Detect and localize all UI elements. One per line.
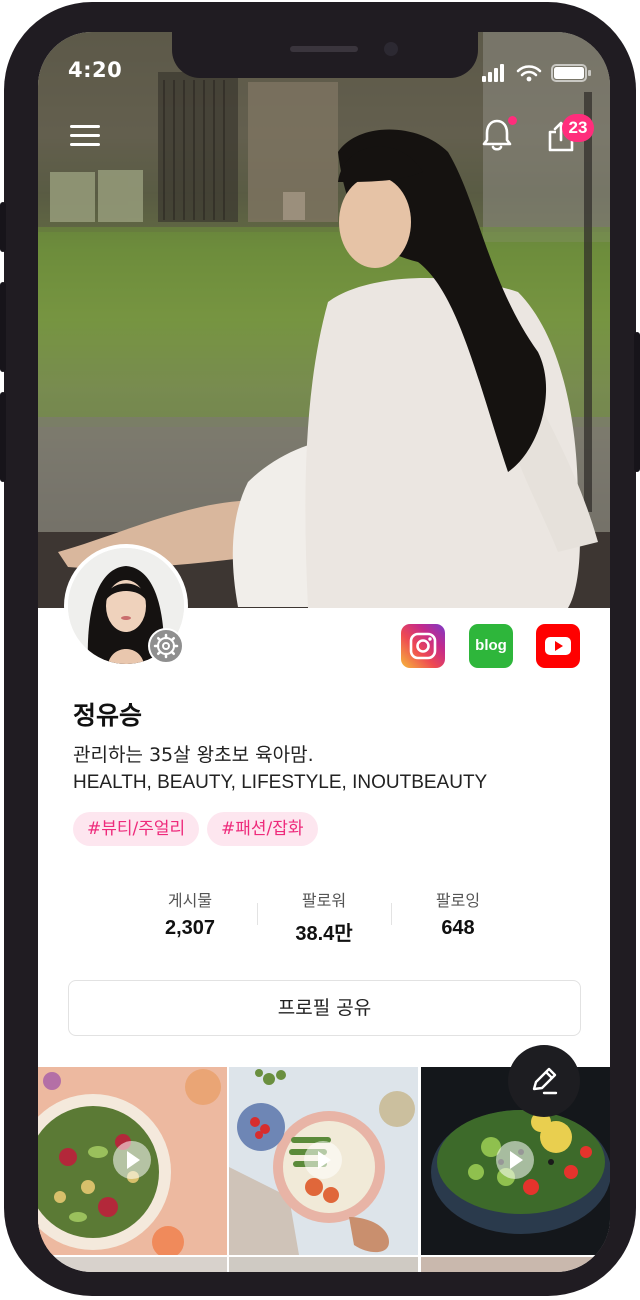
profile-stats: 게시물 2,307 팔로워 38.4만 팔로잉 648 [124, 887, 524, 946]
share-count-badge: 23 [562, 114, 594, 142]
profile-bio-line1: 관리하는 35살 왕초보 육아맘. [73, 744, 314, 766]
stat-posts-value: 2,307 [164, 917, 216, 939]
status-icons [482, 62, 592, 88]
post-thumbnail[interactable] [38, 1067, 227, 1255]
stat-following-label: 팔로잉 [435, 891, 481, 910]
pencil-edit-icon [532, 1067, 558, 1095]
video-play-icon [304, 1141, 342, 1179]
volume-down-button [0, 392, 6, 482]
write-post-button[interactable] [508, 1045, 580, 1117]
stat-followers-value: 38.4만 [295, 923, 353, 945]
cover-photo [38, 32, 610, 608]
stat-followers[interactable]: 팔로워 38.4만 [258, 887, 390, 946]
stat-following-value: 648 [441, 917, 475, 939]
instagram-icon[interactable] [401, 624, 445, 668]
device-notch [172, 32, 478, 78]
stat-following[interactable]: 팔로잉 648 [392, 887, 524, 940]
stat-followers-label: 팔로워 [301, 891, 347, 910]
notification-dot [508, 116, 517, 125]
app-screen: 4:20 23 blog 정유승 관리하는 35살 왕초보 육아맘. HEALT… [38, 32, 610, 1272]
volume-up-button [0, 282, 6, 372]
earpiece-speaker [290, 46, 358, 52]
tag-beauty-jewelry[interactable]: #뷰티/주얼리 [73, 812, 200, 846]
stat-posts-label: 게시물 [167, 891, 213, 910]
post-thumbnail-partial[interactable] [421, 1257, 610, 1272]
wifi-icon [516, 65, 542, 77]
video-play-icon [496, 1141, 534, 1179]
status-time: 4:20 [68, 58, 123, 82]
youtube-icon[interactable] [536, 624, 580, 668]
post-thumbnail-partial[interactable] [38, 1257, 227, 1272]
blog-icon[interactable]: blog [469, 624, 513, 668]
battery-icon [551, 64, 591, 82]
profile-settings-gear-icon[interactable] [148, 628, 184, 664]
cover-photo-illustration [38, 32, 610, 608]
post-thumbnail[interactable] [229, 1067, 418, 1255]
profile-name: 정유승 [73, 701, 143, 730]
profile-bio-line2: HEALTH, BEAUTY, LIFESTYLE, INOUTBEAUTY [73, 772, 488, 793]
video-play-icon [113, 1141, 151, 1179]
power-button [634, 332, 640, 472]
front-camera [384, 42, 398, 56]
tag-fashion-goods[interactable]: #패션/잡화 [207, 812, 318, 846]
bell-icon[interactable] [482, 118, 512, 156]
hamburger-menu-icon[interactable] [70, 125, 100, 147]
phone-frame: 4:20 23 blog 정유승 관리하는 35살 왕초보 육아맘. HEALT… [0, 2, 640, 1296]
post-thumbnail-partial[interactable] [229, 1257, 418, 1272]
mute-switch [0, 202, 6, 252]
share-profile-button[interactable]: 프로필 공유 [68, 980, 581, 1036]
stat-posts[interactable]: 게시물 2,307 [124, 887, 256, 940]
signal-icon [482, 64, 504, 82]
